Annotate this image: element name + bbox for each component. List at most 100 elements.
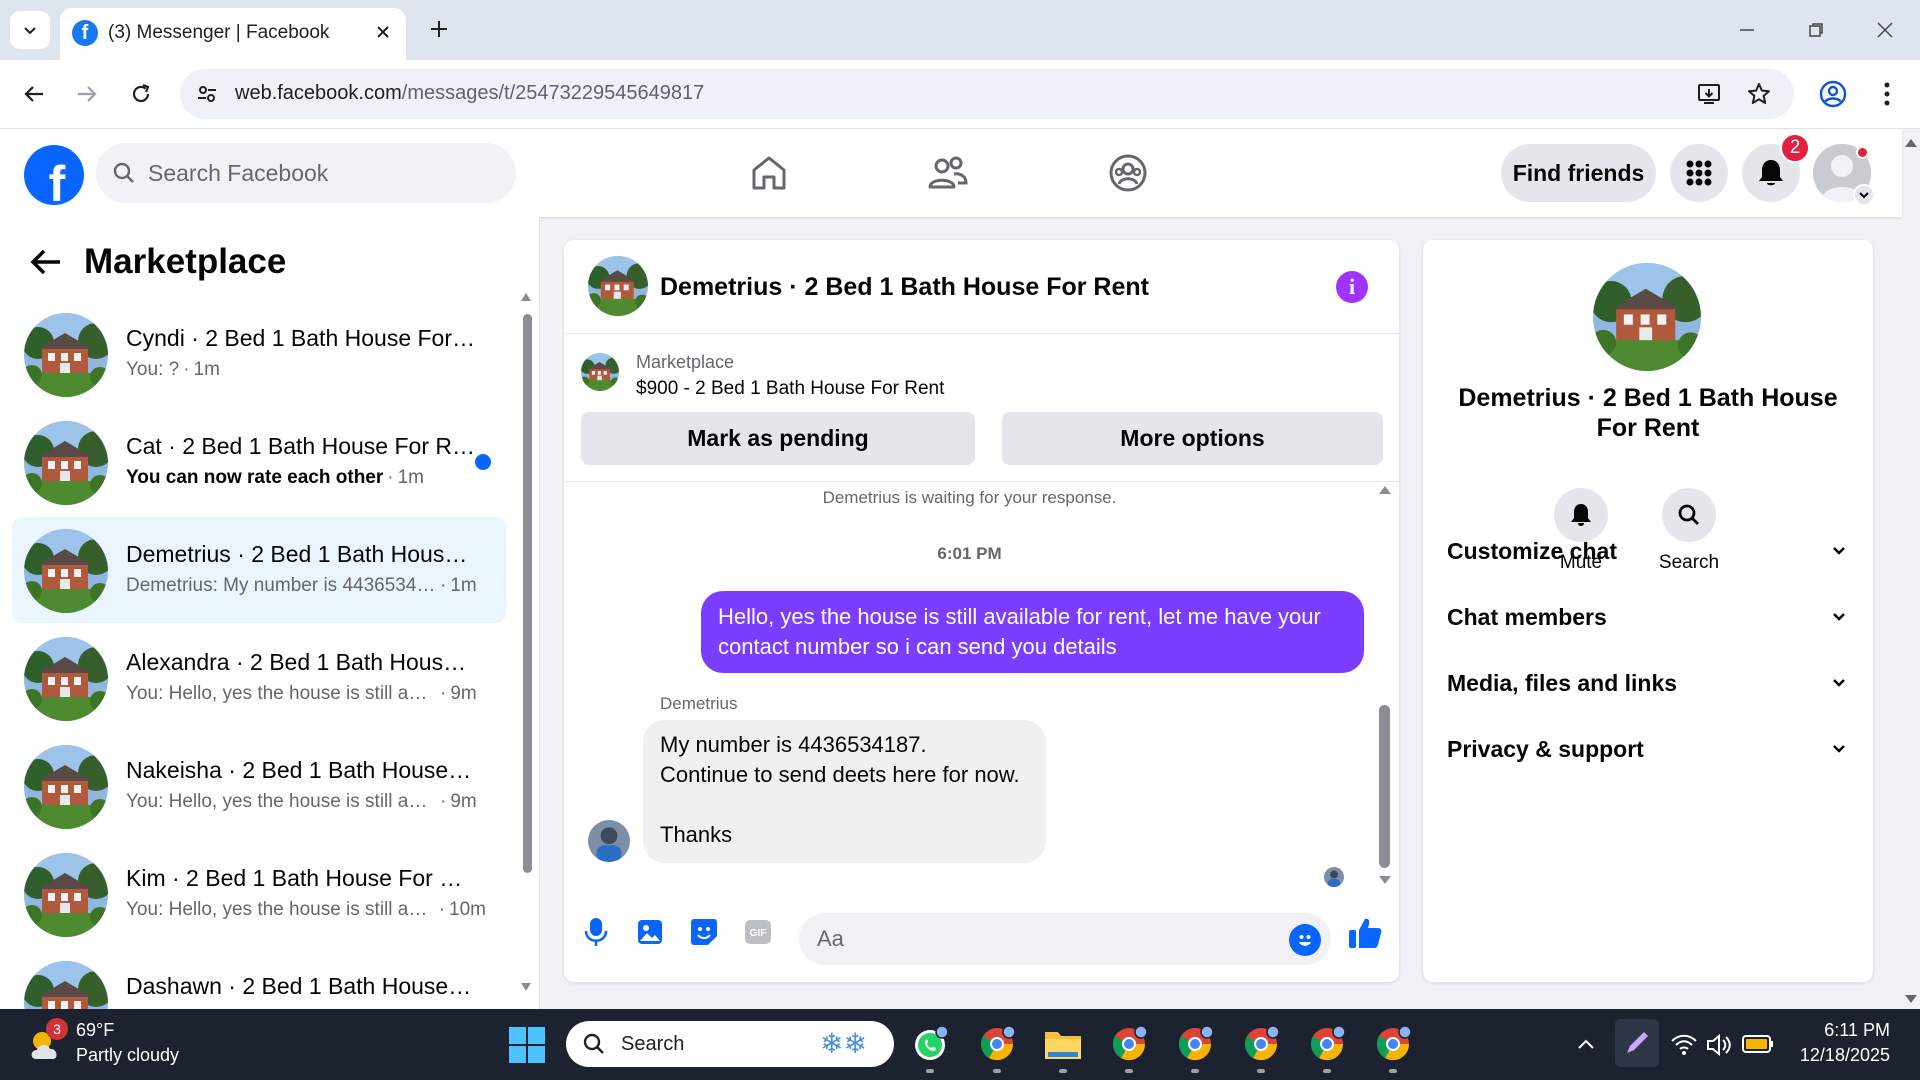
find-friends-button[interactable]: Find friends: [1501, 144, 1656, 202]
conversation-item[interactable]: Demetrius · 2 Bed 1 Bath House For Rent D…: [12, 517, 506, 623]
chat-avatar[interactable]: [588, 256, 648, 316]
message-composer: GIF: [564, 892, 1399, 982]
windows-start-button[interactable]: [508, 1026, 546, 1064]
weather-temperature[interactable]: 69°F: [76, 1020, 114, 1041]
restore-button[interactable]: [1796, 12, 1836, 48]
tab-search-button[interactable]: [10, 11, 50, 49]
conversation-item[interactable]: Cyndi · 2 Bed 1 Bath House For Rent You: …: [12, 301, 506, 407]
menu-grid-button[interactable]: [1670, 144, 1728, 202]
account-menu-caret[interactable]: [1853, 184, 1875, 206]
message-scroll-thumb[interactable]: [1379, 705, 1390, 868]
incoming-message[interactable]: My number is 4436534187. Continue to sen…: [643, 720, 1046, 863]
separator-dot: ·: [387, 467, 394, 488]
conversation-name: Demetrius · 2 Bed 1 Bath House For Rent: [126, 541, 476, 567]
browser-menu-button[interactable]: [1867, 74, 1907, 114]
chevron-down-icon: [1859, 192, 1869, 199]
info-section-media-files-and-links[interactable]: Media, files and links: [1447, 663, 1847, 703]
facebook-logo[interactable]: f: [24, 145, 84, 205]
sticker-button[interactable]: [687, 915, 721, 949]
separator-dot: ·: [440, 683, 447, 704]
scroll-up-arrow-icon[interactable]: [1377, 482, 1393, 498]
account-alert-dot: [1856, 146, 1869, 159]
taskbar-app-chrome[interactable]: [1107, 1022, 1151, 1066]
conversation-info-button[interactable]: i: [1336, 271, 1368, 303]
battery-icon[interactable]: [1742, 1035, 1774, 1053]
browser-tab-active[interactable]: f (3) Messenger | Facebook: [60, 8, 406, 60]
taskbar-search[interactable]: Search ❄❄: [566, 1021, 894, 1067]
pen-menu-button[interactable]: [1615, 1019, 1659, 1067]
conversation-item[interactable]: Nakeisha · 2 Bed 1 Bath House For Rent Yo…: [12, 733, 506, 839]
conversation-item[interactable]: Alexandra · 2 Bed 1 Bath House For Rent Y…: [12, 625, 506, 731]
minimize-button[interactable]: [1727, 12, 1767, 48]
chevron-down-icon: [24, 27, 36, 35]
scroll-down-arrow-icon[interactable]: [1377, 872, 1393, 888]
taskbar-app-chrome[interactable]: [1371, 1022, 1415, 1066]
reload-button[interactable]: [119, 72, 163, 116]
chrome-icon: [1376, 1026, 1411, 1061]
facebook-search[interactable]: [96, 143, 516, 203]
house-photo: [24, 637, 108, 721]
chevron-up-icon[interactable]: [1574, 1033, 1598, 1057]
taskbar-app-whatsapp[interactable]: [908, 1022, 952, 1066]
taskbar-app-chrome[interactable]: [1239, 1022, 1283, 1066]
browser-profile-button[interactable]: [1813, 74, 1853, 114]
microphone-icon: [584, 918, 608, 946]
chevron-down-icon: [1833, 547, 1845, 555]
browser-tab-bar: f (3) Messenger | Facebook: [0, 0, 1920, 60]
chat-title[interactable]: Demetrius · 2 Bed 1 Bath House For Rent: [660, 273, 1149, 302]
listing-avatar[interactable]: [1593, 263, 1701, 371]
info-section-customize-chat[interactable]: Customize chat: [1447, 531, 1847, 571]
clock-time[interactable]: 6:11 PM: [1790, 1020, 1890, 1041]
info-section-privacy-support[interactable]: Privacy & support: [1447, 729, 1847, 769]
gif-button[interactable]: GIF: [741, 915, 775, 949]
facebook-search-input[interactable]: [148, 143, 498, 203]
nav-friends[interactable]: [893, 143, 1003, 203]
url-path: /messages/t/25473229545649817: [401, 82, 705, 104]
outgoing-message[interactable]: Hello, yes the house is still available …: [701, 591, 1364, 673]
unread-indicator: [475, 454, 491, 470]
taskbar-app-chrome[interactable]: [1305, 1022, 1349, 1066]
site-info-button[interactable]: [194, 81, 220, 107]
page-scroll-up-icon[interactable]: [1902, 133, 1920, 153]
tune-icon: [198, 86, 216, 102]
taskbar-running-indicator: [1059, 1069, 1067, 1073]
taskbar-app-chrome[interactable]: [975, 1022, 1019, 1066]
attach-photo-button[interactable]: [633, 915, 667, 949]
chat-panel: Demetrius · 2 Bed 1 Bath House For Rent …: [564, 240, 1399, 982]
new-tab-button[interactable]: [424, 14, 454, 44]
url-text[interactable]: web.facebook.com/messages/t/254732295456…: [235, 82, 704, 105]
page-scroll-down-icon[interactable]: [1902, 989, 1920, 1009]
taskbar-running-indicator: [1389, 1069, 1397, 1073]
sender-avatar[interactable]: [588, 820, 630, 862]
conversation-item[interactable]: Kim · 2 Bed 1 Bath House For Rent You: He…: [12, 841, 506, 947]
listing-title[interactable]: $900 - 2 Bed 1 Bath House For Rent: [636, 378, 944, 400]
volume-icon[interactable]: [1705, 1031, 1733, 1059]
taskbar-app-chrome[interactable]: [1173, 1022, 1217, 1066]
send-like-button[interactable]: [1346, 914, 1384, 952]
weather-condition[interactable]: Partly cloudy: [76, 1045, 179, 1066]
bookmark-button[interactable]: [1744, 79, 1774, 109]
address-bar[interactable]: web.facebook.com/messages/t/254732295456…: [180, 69, 1794, 119]
tab-close-button[interactable]: [370, 19, 396, 45]
forward-button[interactable]: [65, 72, 109, 116]
wifi-icon[interactable]: [1670, 1031, 1698, 1059]
voice-clip-button[interactable]: [579, 915, 613, 949]
more-options-button[interactable]: More options: [1002, 412, 1383, 465]
conversation-item[interactable]: Cat · 2 Bed 1 Bath House For Rent You can…: [12, 409, 506, 515]
folder-icon: [1045, 1032, 1081, 1059]
emoji-button[interactable]: [1289, 924, 1321, 956]
taskbar-app-file-explorer[interactable]: [1041, 1022, 1085, 1066]
back-button[interactable]: [12, 72, 56, 116]
conversation-scroll-thumb[interactable]: [523, 314, 532, 873]
back-to-chats-button[interactable]: [26, 242, 66, 282]
clock-date[interactable]: 12/18/2025: [1790, 1045, 1890, 1066]
message-input[interactable]: [817, 913, 1267, 965]
nav-groups[interactable]: [1073, 143, 1183, 203]
mark-as-pending-button[interactable]: Mark as pending: [581, 412, 975, 465]
close-window-button[interactable]: [1865, 12, 1905, 48]
message-input-wrapper[interactable]: [799, 913, 1331, 965]
nav-home[interactable]: [714, 143, 824, 203]
info-section-chat-members[interactable]: Chat members: [1447, 597, 1847, 637]
listing-thumbnail[interactable]: [581, 353, 619, 391]
install-app-button[interactable]: [1694, 79, 1724, 109]
